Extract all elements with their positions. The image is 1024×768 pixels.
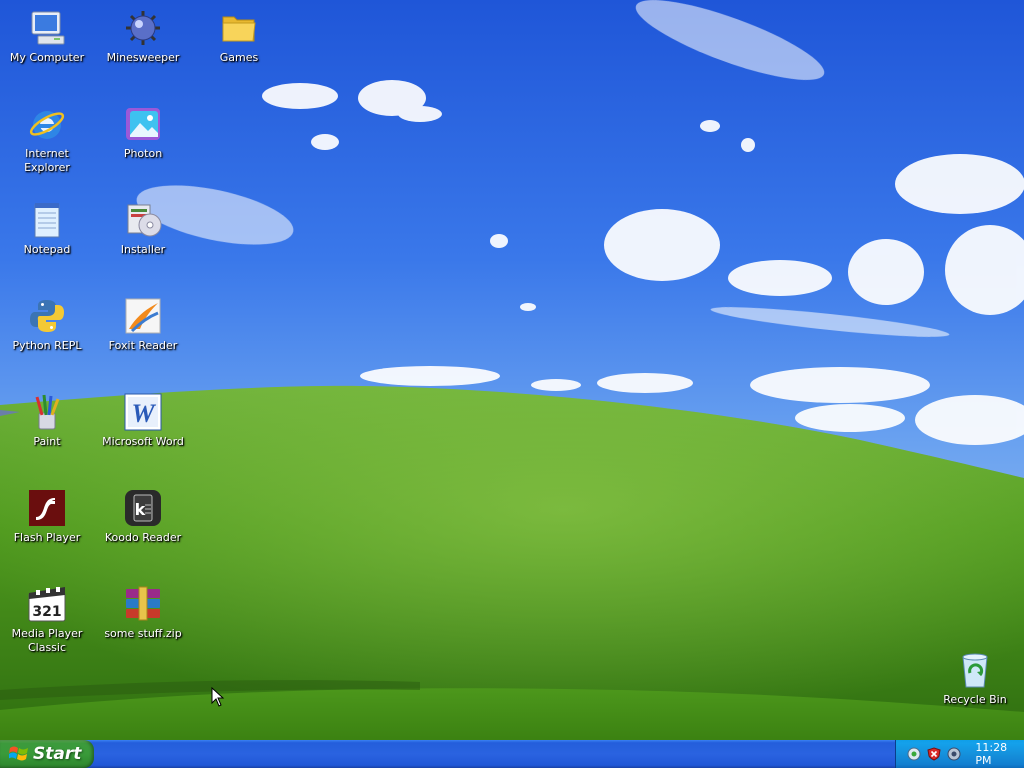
desktop-icon-minesweeper[interactable]: Minesweeper <box>98 8 188 65</box>
desktop-icon-my-computer[interactable]: My Computer <box>2 8 92 65</box>
internet-explorer-icon <box>27 104 67 144</box>
svg-text:321: 321 <box>32 604 61 620</box>
security-alert-icon[interactable] <box>926 746 941 762</box>
desktop-icon-label: some stuff.zip <box>104 627 182 640</box>
desktop-icon-label: Recycle Bin <box>943 693 1007 706</box>
start-button[interactable]: Start <box>0 740 94 768</box>
koodo-icon: k <box>123 488 163 528</box>
desktop-icon-games[interactable]: Games <box>194 8 284 65</box>
svg-text:W: W <box>131 399 156 428</box>
desktop-icon-photon[interactable]: Photon <box>98 104 188 161</box>
desktop[interactable]: My Computer Minesweeper Games Internet E… <box>0 0 1024 740</box>
foxit-icon <box>123 296 163 336</box>
photo-icon <box>123 104 163 144</box>
word-icon: W <box>123 392 163 432</box>
paint-icon <box>27 392 67 432</box>
mouse-cursor-icon <box>211 687 225 707</box>
clock[interactable]: 11:28 PM <box>975 741 1024 767</box>
desktop-icon-microsoft-word[interactable]: W Microsoft Word <box>98 392 188 449</box>
desktop-icon-label: Microsoft Word <box>102 435 184 448</box>
desktop-icon-label: Minesweeper <box>106 51 180 64</box>
desktop-icon-label: Installer <box>120 243 166 256</box>
taskbar: Start 11:28 PM <box>0 740 1024 768</box>
desktop-icon-python-repl[interactable]: Python REPL <box>2 296 92 353</box>
folder-icon <box>219 8 259 48</box>
desktop-icon-internet-explorer[interactable]: Internet Explorer <box>2 104 92 175</box>
media-player-icon: 321 <box>27 584 67 624</box>
desktop-icon-label: Python REPL <box>12 339 82 352</box>
python-icon <box>27 296 67 336</box>
system-tray: 11:28 PM <box>895 740 1024 768</box>
installer-icon <box>123 200 163 240</box>
desktop-icon-flash-player[interactable]: Flash Player <box>2 488 92 545</box>
desktop-icon-label: Paint <box>33 435 61 448</box>
flash-icon <box>27 488 67 528</box>
desktop-icon-recycle-bin[interactable]: Recycle Bin <box>930 650 1020 707</box>
desktop-icon-media-player-classic[interactable]: 321 Media Player Classic <box>2 584 92 655</box>
computer-icon <box>27 8 67 48</box>
desktop-icon-label: Notepad <box>23 243 71 256</box>
svg-text:k: k <box>135 500 146 519</box>
desktop-icon-label: Internet Explorer <box>24 147 70 174</box>
desktop-icon-label: Media Player Classic <box>11 627 83 654</box>
desktop-icon-some-stuff-zip[interactable]: some stuff.zip <box>98 584 188 641</box>
start-label: Start <box>33 744 82 764</box>
network-icon[interactable] <box>906 746 921 762</box>
desktop-icon-label: Koodo Reader <box>104 531 182 544</box>
desktop-icon-installer[interactable]: Installer <box>98 200 188 257</box>
desktop-icon-paint[interactable]: Paint <box>2 392 92 449</box>
desktop-icon-notepad[interactable]: Notepad <box>2 200 92 257</box>
mine-icon <box>123 8 163 48</box>
desktop-icon-label: Foxit Reader <box>108 339 178 352</box>
recycle-bin-icon <box>955 650 995 690</box>
desktop-icon-koodo-reader[interactable]: k Koodo Reader <box>98 488 188 545</box>
desktop-icon-label: Photon <box>123 147 163 160</box>
desktop-icon-label: Flash Player <box>13 531 81 544</box>
windows-logo-icon <box>9 746 28 761</box>
desktop-icon-label: Games <box>219 51 259 64</box>
zip-archive-icon <box>123 584 163 624</box>
desktop-icon-label: My Computer <box>9 51 85 64</box>
volume-icon[interactable] <box>946 746 961 762</box>
desktop-icon-foxit-reader[interactable]: Foxit Reader <box>98 296 188 353</box>
notepad-icon <box>27 200 67 240</box>
